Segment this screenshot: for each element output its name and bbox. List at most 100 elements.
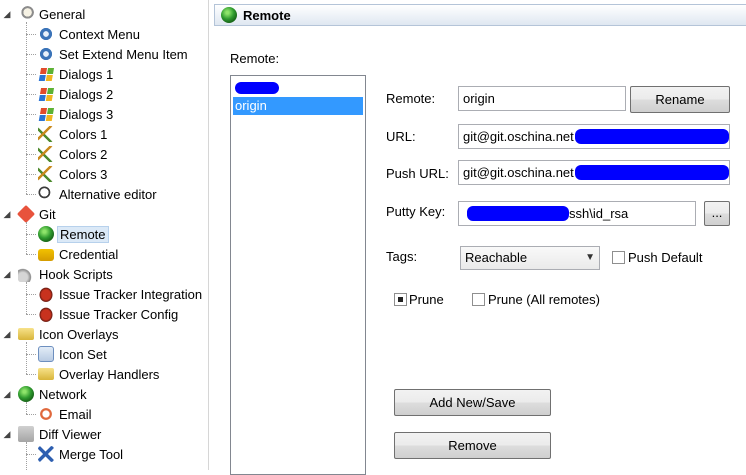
tree-item-label: Alternative editor [59, 187, 157, 202]
tree-connector-line [26, 342, 27, 374]
expand-collapse-arrow-icon[interactable]: ◢ [2, 209, 12, 219]
redacted-url [575, 129, 729, 144]
email-at-icon [38, 406, 54, 422]
tree-connector-line [26, 254, 36, 255]
push-default-checkbox[interactable] [612, 251, 625, 264]
tree-connector-line [26, 54, 36, 55]
tree-connector-line [26, 34, 36, 35]
putty-key-label: Putty Key: [386, 204, 446, 219]
windows-logo-icon [36, 106, 56, 122]
tree-item-label: Colors 3 [59, 167, 108, 182]
remote-settings-panel: Remote Remote: origin Remote: origin Ren… [214, 0, 746, 475]
tags-selected-value: Reachable [465, 250, 528, 265]
tree-item-diff-viewer[interactable]: ◢ Diff Viewer [0, 424, 208, 444]
tree-connector-line [26, 22, 27, 194]
tree-item-network[interactable]: ◢ Network [0, 384, 208, 404]
tree-item-dialogs-1[interactable]: Dialogs 1 [0, 64, 208, 84]
tree-connector-line [26, 74, 36, 75]
tree-item-label: Merge Tool [59, 447, 124, 462]
tree-item-label: Email [59, 407, 92, 422]
tree-connector-line [26, 414, 36, 415]
git-diamond-icon [16, 204, 36, 224]
tree-item-email[interactable]: Email [0, 404, 208, 424]
tree-item-icon-set[interactable]: Icon Set [0, 344, 208, 364]
tags-select[interactable]: Reachable ▼ [460, 246, 600, 270]
settings-tree[interactable]: ◢ General Context Menu Set Extend Menu Item… [0, 0, 209, 470]
tree-item-colors-3[interactable]: Colors 3 [0, 164, 208, 184]
putty-key-input[interactable]: ssh\id_rsa [458, 201, 696, 226]
url-input[interactable]: git@git.oschina.net [458, 124, 730, 149]
prune-all-remotes-label[interactable]: Prune (All remotes) [488, 292, 600, 308]
tree-item-git[interactable]: ◢ Git [0, 204, 208, 224]
expand-collapse-arrow-icon[interactable]: ◢ [2, 429, 12, 439]
tree-item-remote[interactable]: Remote [0, 224, 208, 244]
tree-connector-line [26, 282, 27, 314]
prune-checkbox[interactable] [394, 293, 407, 306]
tree-item-alternative-editor[interactable]: Alternative editor [0, 184, 208, 204]
tree-item-dialogs-2[interactable]: Dialogs 2 [0, 84, 208, 104]
tree-item-issue-tracker-integration[interactable]: Issue Tracker Integration [0, 284, 208, 304]
color-brushes-icon [38, 126, 54, 142]
tree-item-colors-2[interactable]: Colors 2 [0, 144, 208, 164]
tree-item-label: Remote [57, 226, 109, 243]
globe-icon [18, 386, 34, 402]
lock-icon [38, 249, 54, 261]
color-brushes-icon [38, 166, 54, 182]
expand-collapse-arrow-icon[interactable]: ◢ [2, 389, 12, 399]
icon-set-icon [38, 346, 54, 362]
tree-item-credential[interactable]: Credential [0, 244, 208, 264]
tree-item-colors-1[interactable]: Colors 1 [0, 124, 208, 144]
redacted-putty-key-path [467, 206, 569, 221]
tree-item-context-menu[interactable]: Context Menu [0, 24, 208, 44]
tree-item-icon-overlays[interactable]: ◢ Icon Overlays [0, 324, 208, 344]
globe-icon [221, 7, 237, 23]
panel-header: Remote [214, 4, 746, 26]
tree-item-label: Git [39, 207, 56, 222]
tree-connector-line [26, 442, 27, 470]
gear-icon [38, 46, 54, 62]
tree-connector-line [26, 374, 36, 375]
expand-collapse-arrow-icon[interactable]: ◢ [2, 269, 12, 279]
bug-icon [38, 286, 54, 302]
push-url-input[interactable]: git@git.oschina.net [458, 160, 730, 185]
add-new-save-button[interactable]: Add New/Save [394, 389, 551, 416]
hook-icon [18, 266, 34, 282]
push-default-label[interactable]: Push Default [628, 250, 702, 266]
tree-item-merge-tool[interactable]: Merge Tool [0, 444, 208, 464]
tree-item-label: Colors 2 [59, 147, 108, 162]
tree-item-general[interactable]: ◢ General [0, 4, 208, 24]
tree-item-set-extend-menu-item[interactable]: Set Extend Menu Item [0, 44, 208, 64]
prune-all-remotes-checkbox[interactable] [472, 293, 485, 306]
expand-collapse-arrow-icon[interactable]: ◢ [2, 329, 12, 339]
tree-item-issue-tracker-config[interactable]: Issue Tracker Config [0, 304, 208, 324]
wrench-settings-icon [18, 6, 34, 22]
remote-list-item[interactable] [233, 79, 363, 97]
tree-connector-line [26, 354, 36, 355]
tree-item-label: Icon Overlays [39, 327, 119, 342]
tree-item-label: Credential [59, 247, 119, 262]
browse-putty-key-button[interactable]: ... [704, 201, 730, 226]
tree-item-hook-scripts[interactable]: ◢ Hook Scripts [0, 264, 208, 284]
rename-button[interactable]: Rename [630, 86, 730, 113]
tree-item-label: Dialogs 3 [59, 107, 114, 122]
remote-list-label: Remote: [230, 51, 280, 66]
expand-collapse-arrow-icon[interactable]: ◢ [2, 9, 12, 19]
tree-connector-line [26, 314, 36, 315]
prune-label[interactable]: Prune [409, 292, 444, 308]
tree-connector-line [26, 234, 36, 235]
tree-item-label: Colors 1 [59, 127, 108, 142]
remove-button[interactable]: Remove [394, 432, 551, 459]
url-value: git@git.oschina.net [463, 129, 574, 144]
globe-icon [38, 226, 54, 242]
color-brushes-icon [38, 146, 54, 162]
remote-name-input[interactable]: origin [458, 86, 626, 111]
tree-connector-line [26, 134, 36, 135]
tree-item-overlay-handlers[interactable]: Overlay Handlers [0, 364, 208, 384]
chevron-down-icon: ▼ [585, 252, 595, 263]
gear-icon [38, 26, 54, 42]
tree-item-dialogs-3[interactable]: Dialogs 3 [0, 104, 208, 124]
remote-list-item-origin[interactable]: origin [233, 97, 363, 115]
tree-connector-line [26, 194, 36, 195]
remote-list[interactable]: origin [230, 75, 366, 475]
redacted-push-url [575, 165, 729, 180]
